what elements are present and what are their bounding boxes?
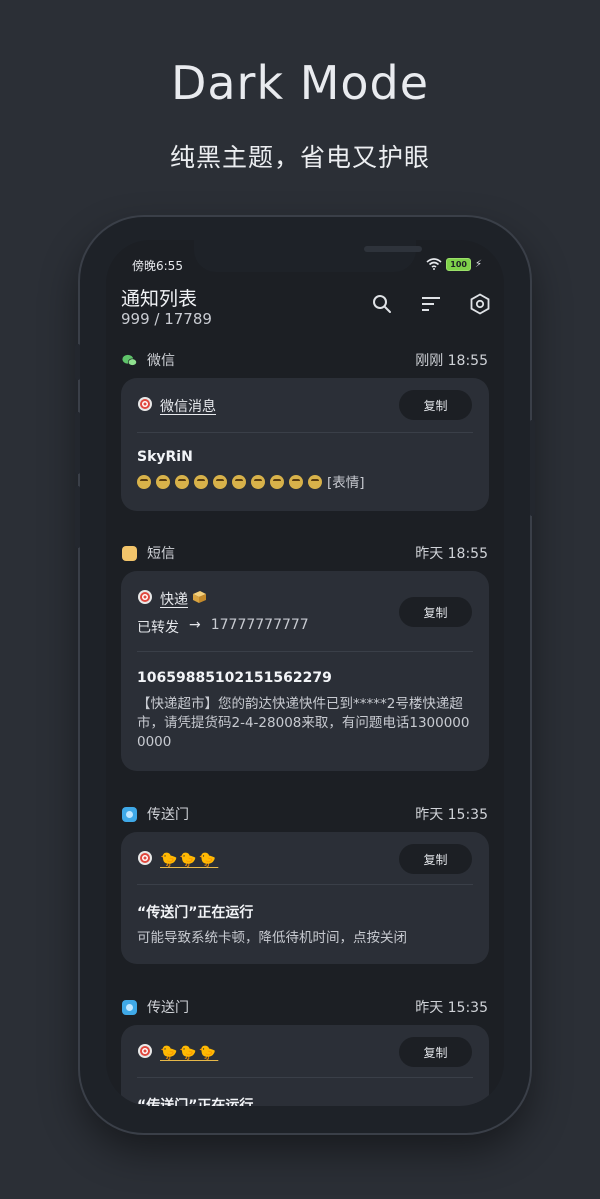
- phone-screen: 傍晚6:55 100 ⚡ 通知列表 999 / 17789 微信 刚刚 18:5…: [106, 240, 504, 1106]
- divider: [137, 432, 473, 433]
- card-title-row: 🐤🐤🐤: [137, 850, 218, 870]
- portal-icon: [122, 806, 137, 822]
- status-time: 傍晚6:55: [132, 259, 183, 273]
- notification-count: 999 / 17789: [121, 310, 212, 328]
- card-title-row: 微信消息: [137, 396, 216, 416]
- target-icon: [137, 589, 153, 609]
- hero-title: Dark Mode: [170, 56, 430, 110]
- portal-icon: [122, 999, 137, 1015]
- hero-subtitle: 纯黑主题，省电又护眼: [169, 143, 430, 172]
- group-app-name: 短信: [147, 546, 175, 562]
- message-body: 【快递超市】您的韵达快递快件已到*****2号楼快递超市，请凭提货码2-4-28…: [137, 696, 470, 750]
- phone-side-button: [530, 420, 535, 516]
- wechat-icon: [122, 353, 137, 368]
- message-sender: “传送门”正在运行: [137, 905, 254, 921]
- status-icons: 100 ⚡: [426, 255, 482, 274]
- notification-card[interactable]: 🐤🐤🐤 复制 “传送门”正在运行 可能导致系统卡顿，降低待机时间，点按关闭: [121, 832, 489, 964]
- copy-button[interactable]: 复制: [399, 1037, 472, 1067]
- target-icon: [137, 850, 153, 870]
- phone-side-button: [75, 412, 80, 474]
- bird-emoji-title[interactable]: 🐤🐤🐤: [160, 852, 218, 868]
- group-header-portal: 传送门 昨天 15:35: [122, 803, 488, 825]
- notch: [194, 240, 422, 272]
- battery-icon: 100: [446, 258, 471, 271]
- copy-button[interactable]: 复制: [399, 390, 472, 420]
- wifi-icon: [426, 255, 442, 274]
- group-time: 昨天 15:35: [415, 1000, 488, 1016]
- message-sender: 10659885102151562279: [137, 670, 332, 686]
- arrow-right-icon: →: [189, 617, 201, 633]
- phone-side-button: [75, 486, 80, 548]
- group-time: 昨天 15:35: [415, 807, 488, 823]
- message-body: 可能导致系统卡顿，降低待机时间，点按关闭: [137, 930, 407, 946]
- notification-card[interactable]: 微信消息 复制 SkyRiN [表情]: [121, 378, 489, 511]
- smile-emoji-row: [137, 475, 327, 491]
- group-app-name: 传送门: [147, 1000, 189, 1016]
- settings-icon[interactable]: [468, 292, 492, 316]
- group-app-name: 传送门: [147, 807, 189, 823]
- forward-row: 已转发 → 17777777777: [137, 617, 309, 637]
- card-title-row: 快递: [137, 589, 207, 609]
- package-icon: [191, 590, 207, 608]
- group-time: 刚刚 18:55: [415, 353, 488, 369]
- divider: [137, 884, 473, 885]
- speaker: [364, 246, 422, 252]
- forward-label: 已转发: [137, 620, 179, 636]
- sort-icon[interactable]: [419, 292, 443, 316]
- message-body: [表情]: [137, 474, 473, 493]
- copy-button[interactable]: 复制: [399, 844, 472, 874]
- card-title-row: 🐤🐤🐤: [137, 1043, 218, 1063]
- message-body-text: [表情]: [327, 475, 365, 491]
- page-title: 通知列表: [121, 288, 198, 310]
- notification-card[interactable]: 快递 复制 已转发 → 17777777777 1065988510215156…: [121, 571, 489, 771]
- divider: [137, 1077, 473, 1078]
- divider: [137, 651, 473, 652]
- card-title[interactable]: 快递: [160, 589, 188, 609]
- group-header-wechat: 微信 刚刚 18:55: [122, 349, 488, 371]
- bird-emoji-title[interactable]: 🐤🐤🐤: [160, 1045, 218, 1061]
- sms-icon: [122, 545, 137, 561]
- group-header-sms: 短信 昨天 18:55: [122, 542, 488, 564]
- search-icon[interactable]: [370, 292, 394, 316]
- group-header-portal: 传送门 昨天 15:35: [122, 996, 488, 1018]
- copy-button[interactable]: 复制: [399, 597, 472, 627]
- group-app-name: 微信: [147, 353, 175, 369]
- target-icon: [137, 1043, 153, 1063]
- forward-number: 17777777777: [210, 617, 309, 633]
- group-time: 昨天 18:55: [415, 546, 488, 562]
- card-title[interactable]: 微信消息: [160, 396, 216, 416]
- phone-side-button: [75, 344, 80, 380]
- charging-icon: ⚡: [474, 259, 482, 270]
- notification-card[interactable]: 🐤🐤🐤 复制 “传送门”正在运行: [121, 1025, 489, 1106]
- message-sender: “传送门”正在运行: [137, 1098, 254, 1106]
- message-sender: SkyRiN: [137, 449, 193, 465]
- target-icon: [137, 396, 153, 416]
